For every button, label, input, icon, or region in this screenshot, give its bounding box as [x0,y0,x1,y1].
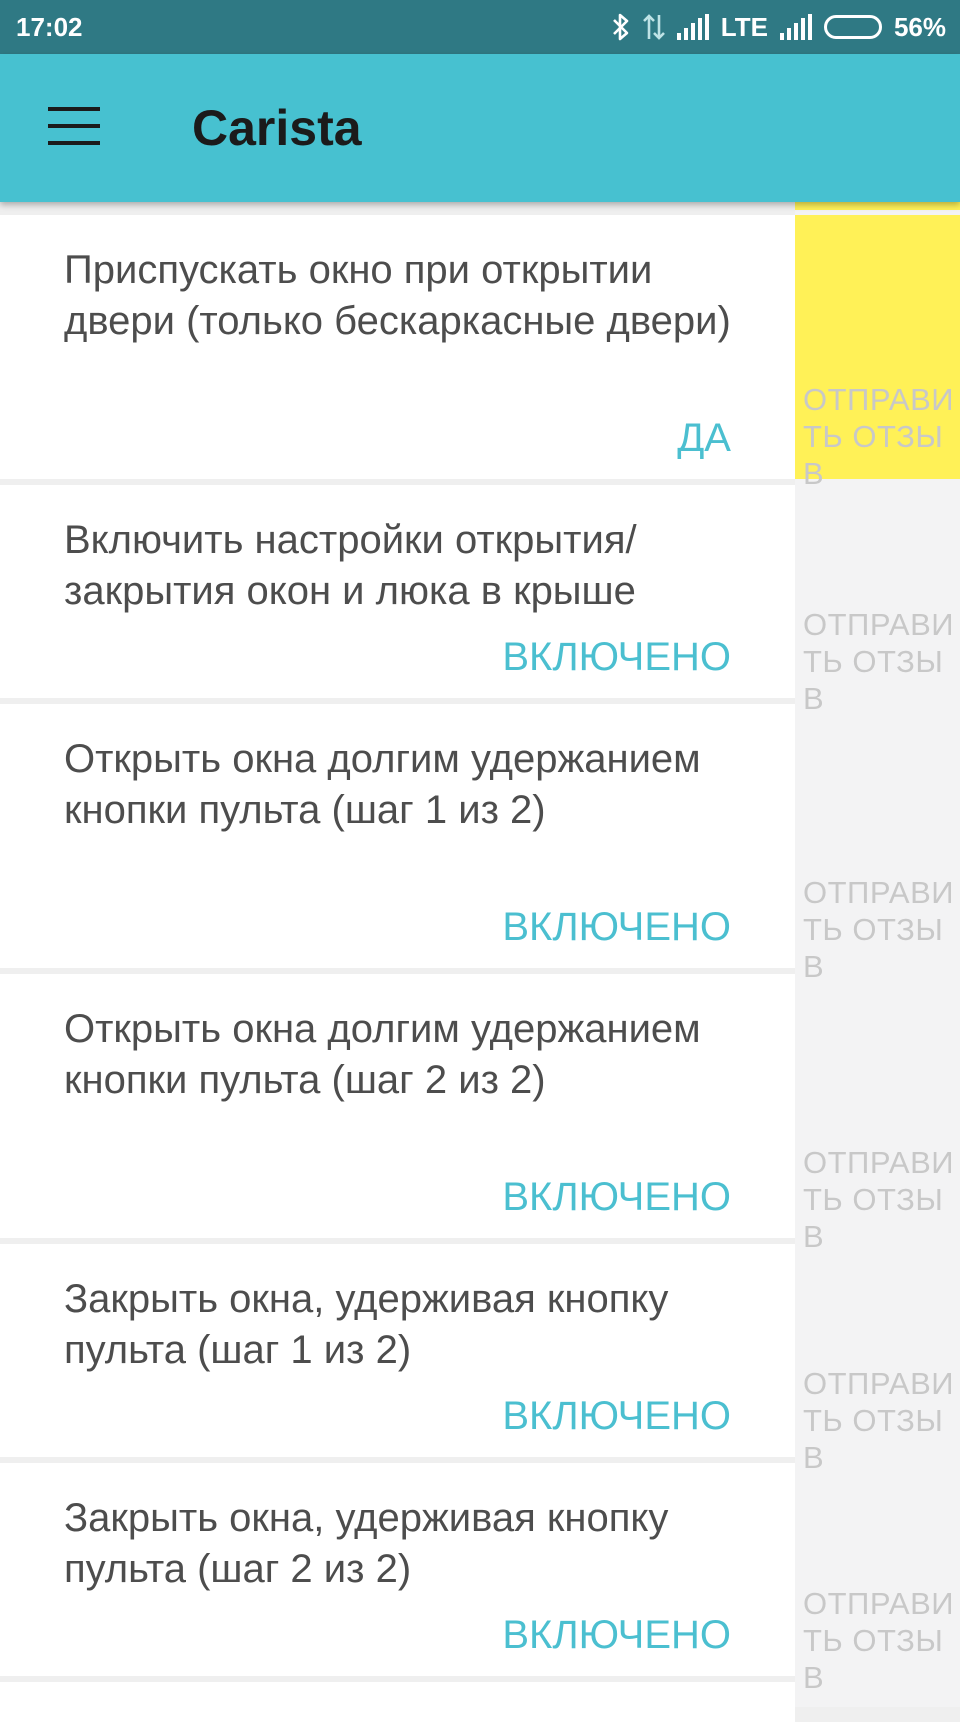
network-type: LTE [720,11,768,42]
menu-button[interactable] [36,96,112,160]
battery-percent: 56% [893,11,946,42]
app-title: Carista [192,100,362,156]
hamburger-menu-icon [48,107,100,149]
send-feedback-button[interactable]: ОТПРАВИТЬ ОТЗЫВ [795,974,960,1254]
send-feedback-button[interactable]: ОТПРАВИТЬ ОТЗЫВ [795,1244,960,1475]
setting-title: Открыть окна долгим удержанием кнопки пу… [64,737,701,832]
setting-row[interactable]: Закрыть окна, удерживая кнопку пульта (ш… [0,1463,795,1676]
send-feedback-label: ОТПРАВИТЬ ОТЗЫВ [803,875,955,984]
send-feedback-label: ОТПРАВИТЬ ОТЗЫВ [803,1366,955,1475]
list-item: Открыть окна долгим удержанием кнопки пу… [0,704,960,984]
list-item: Закрыть окна, удерживая кнопку пульта (ш… [0,1463,960,1695]
setting-row[interactable]: Открыть окна долгим удержанием кнопки пу… [0,974,795,1238]
send-feedback-label: ОТПРАВИТЬ ОТЗЫВ [803,1145,955,1254]
data-transfer-icon [642,12,665,42]
list-item: Приспускать окно при открытии двери (тол… [0,215,960,491]
status-time: 17:02 [16,11,83,42]
setting-title: Включить настройки открытия/ закрытия ок… [64,518,637,613]
setting-value: ВКЛЮЧЕНО [502,1394,731,1438]
signal-strength-icon-secondary [779,14,812,40]
setting-title: Закрыть окна, удерживая кнопку пульта (ш… [64,1496,669,1591]
setting-row-partial[interactable] [0,1682,795,1722]
setting-title: Закрыть окна, удерживая кнопку пульта (ш… [64,1277,669,1372]
send-feedback-button[interactable]: ОТПРАВИТЬ ОТЗЫВ [795,215,960,491]
setting-row[interactable]: Открыть окна долгим удержанием кнопки пу… [0,704,795,968]
send-feedback-button[interactable]: ОТПРАВИТЬ ОТЗЫВ [795,485,960,716]
list-item: Включить настройки открытия/ закрытия ок… [0,485,960,716]
setting-value: ВКЛЮЧЕНО [502,635,731,679]
setting-row[interactable]: Приспускать окно при открытии двери (тол… [0,215,795,479]
setting-row[interactable]: Включить настройки открытия/ закрытия ок… [0,485,795,698]
setting-value: ДА [677,416,731,460]
battery-icon [823,15,882,39]
status-bar: 17:02 LTE 56% [0,0,960,54]
setting-title: Приспускать окно при открытии двери (тол… [64,248,731,343]
send-feedback-label: ОТПРАВИТЬ ОТЗЫВ [803,382,955,491]
send-feedback-button[interactable]: ОТПРАВИТЬ ОТЗЫВ [795,704,960,984]
send-feedback-label: ОТПРАВИТЬ ОТЗЫВ [803,607,955,716]
list-item: Закрыть окна, удерживая кнопку пульта (ш… [0,1244,960,1475]
setting-value: ВКЛЮЧЕНО [502,1175,731,1219]
signal-strength-icon [676,14,709,40]
status-icons: LTE 56% [611,12,946,43]
setting-value: ВКЛЮЧЕНО [502,1613,731,1657]
setting-title: Открыть окна долгим удержанием кнопки пу… [64,1007,701,1102]
settings-list: Приспускать окно при открытии двери (тол… [0,202,960,1722]
bluetooth-icon [611,12,631,42]
list-item: Открыть окна долгим удержанием кнопки пу… [0,974,960,1254]
send-feedback-label: ОТПРАВИТЬ ОТЗЫВ [803,1586,955,1695]
list-item-partial [0,1682,960,1722]
setting-row[interactable]: Закрыть окна, удерживая кнопку пульта (ш… [0,1244,795,1457]
app-bar: Carista [0,54,960,202]
setting-value: ВКЛЮЧЕНО [502,905,731,949]
send-feedback-button[interactable]: ОТПРАВИТЬ ОТЗЫВ [795,1463,960,1695]
